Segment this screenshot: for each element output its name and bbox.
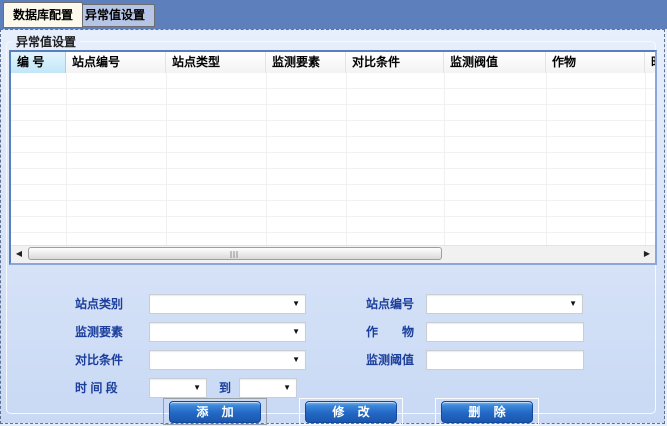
time-to-label: 到 <box>219 378 231 398</box>
threshold-input[interactable] <box>426 350 584 370</box>
tab-page: 异常值设置 编 号 站点编号 站点类型 监测要素 对比条件 监测阀值 作物 时 <box>0 29 665 424</box>
compare-condition-label: 对比条件 <box>75 350 123 370</box>
tab-strip: 数据库配置 异常值设置 <box>0 0 667 29</box>
crop-input[interactable] <box>426 322 584 342</box>
chevron-down-icon: ▼ <box>292 355 300 364</box>
chevron-down-icon: ▼ <box>569 299 577 308</box>
column-separator <box>266 73 267 246</box>
column-header-id[interactable]: 编 号 <box>11 52 66 73</box>
add-button[interactable]: 添 加 <box>169 401 261 423</box>
column-separator <box>346 73 347 246</box>
groupbox-title: 异常值设置 <box>12 33 80 50</box>
time-range-label: 时 间 段 <box>75 378 118 398</box>
column-header-element[interactable]: 监测要素 <box>266 52 346 73</box>
tab-database-config[interactable]: 数据库配置 <box>3 2 83 28</box>
column-header-crop[interactable]: 作物 <box>546 52 645 73</box>
column-header-time[interactable]: 时 <box>645 52 657 73</box>
scroll-right-arrow-icon[interactable]: ▶ <box>639 246 655 262</box>
modify-button-frame: 修 改 <box>299 398 403 425</box>
column-separator <box>66 73 67 246</box>
column-header-condition[interactable]: 对比条件 <box>346 52 444 73</box>
station-id-combobox[interactable]: ▼ <box>426 294 583 314</box>
chevron-down-icon: ▼ <box>193 383 201 392</box>
column-separator <box>546 73 547 246</box>
crop-label: 作 物 <box>366 322 414 342</box>
time-end-combobox[interactable]: ▼ <box>239 378 297 398</box>
table-header-row: 编 号 站点编号 站点类型 监测要素 对比条件 监测阀值 作物 时 <box>11 52 655 74</box>
chevron-down-icon: ▼ <box>292 327 300 336</box>
monitor-element-label: 监测要素 <box>75 322 123 342</box>
column-separator <box>645 73 646 246</box>
time-start-combobox[interactable]: ▼ <box>149 378 207 398</box>
scrollbar-thumb[interactable] <box>28 247 442 260</box>
add-button-frame: 添 加 <box>163 398 267 425</box>
threshold-label: 监测阈值 <box>366 350 414 370</box>
station-id-label: 站点编号 <box>366 294 414 314</box>
column-header-station-type[interactable]: 站点类型 <box>166 52 266 73</box>
scrollbar-grip-icon <box>231 251 240 258</box>
column-header-threshold[interactable]: 监测阀值 <box>444 52 546 73</box>
abnormal-value-table[interactable]: 编 号 站点编号 站点类型 监测要素 对比条件 监测阀值 作物 时 ◀ <box>9 50 657 265</box>
abnormal-value-groupbox: 异常值设置 编 号 站点编号 站点类型 监测要素 对比条件 监测阀值 作物 时 <box>6 33 656 414</box>
column-separator <box>166 73 167 246</box>
table-body-empty[interactable] <box>11 73 655 246</box>
scroll-left-arrow-icon[interactable]: ◀ <box>11 246 27 262</box>
delete-button[interactable]: 删 除 <box>441 401 533 423</box>
horizontal-scrollbar[interactable]: ◀ ▶ <box>11 245 655 263</box>
chevron-down-icon: ▼ <box>292 299 300 308</box>
station-type-combobox[interactable]: ▼ <box>149 294 306 314</box>
modify-button[interactable]: 修 改 <box>305 401 397 423</box>
chevron-down-icon: ▼ <box>283 383 291 392</box>
compare-condition-combobox[interactable]: ▼ <box>149 350 306 370</box>
column-separator <box>444 73 445 246</box>
delete-button-frame: 删 除 <box>435 398 539 425</box>
column-header-station-id[interactable]: 站点编号 <box>66 52 166 73</box>
monitor-element-combobox[interactable]: ▼ <box>149 322 306 342</box>
station-type-label: 站点类别 <box>75 294 123 314</box>
tab-abnormal-value-settings[interactable]: 异常值设置 <box>75 4 155 27</box>
